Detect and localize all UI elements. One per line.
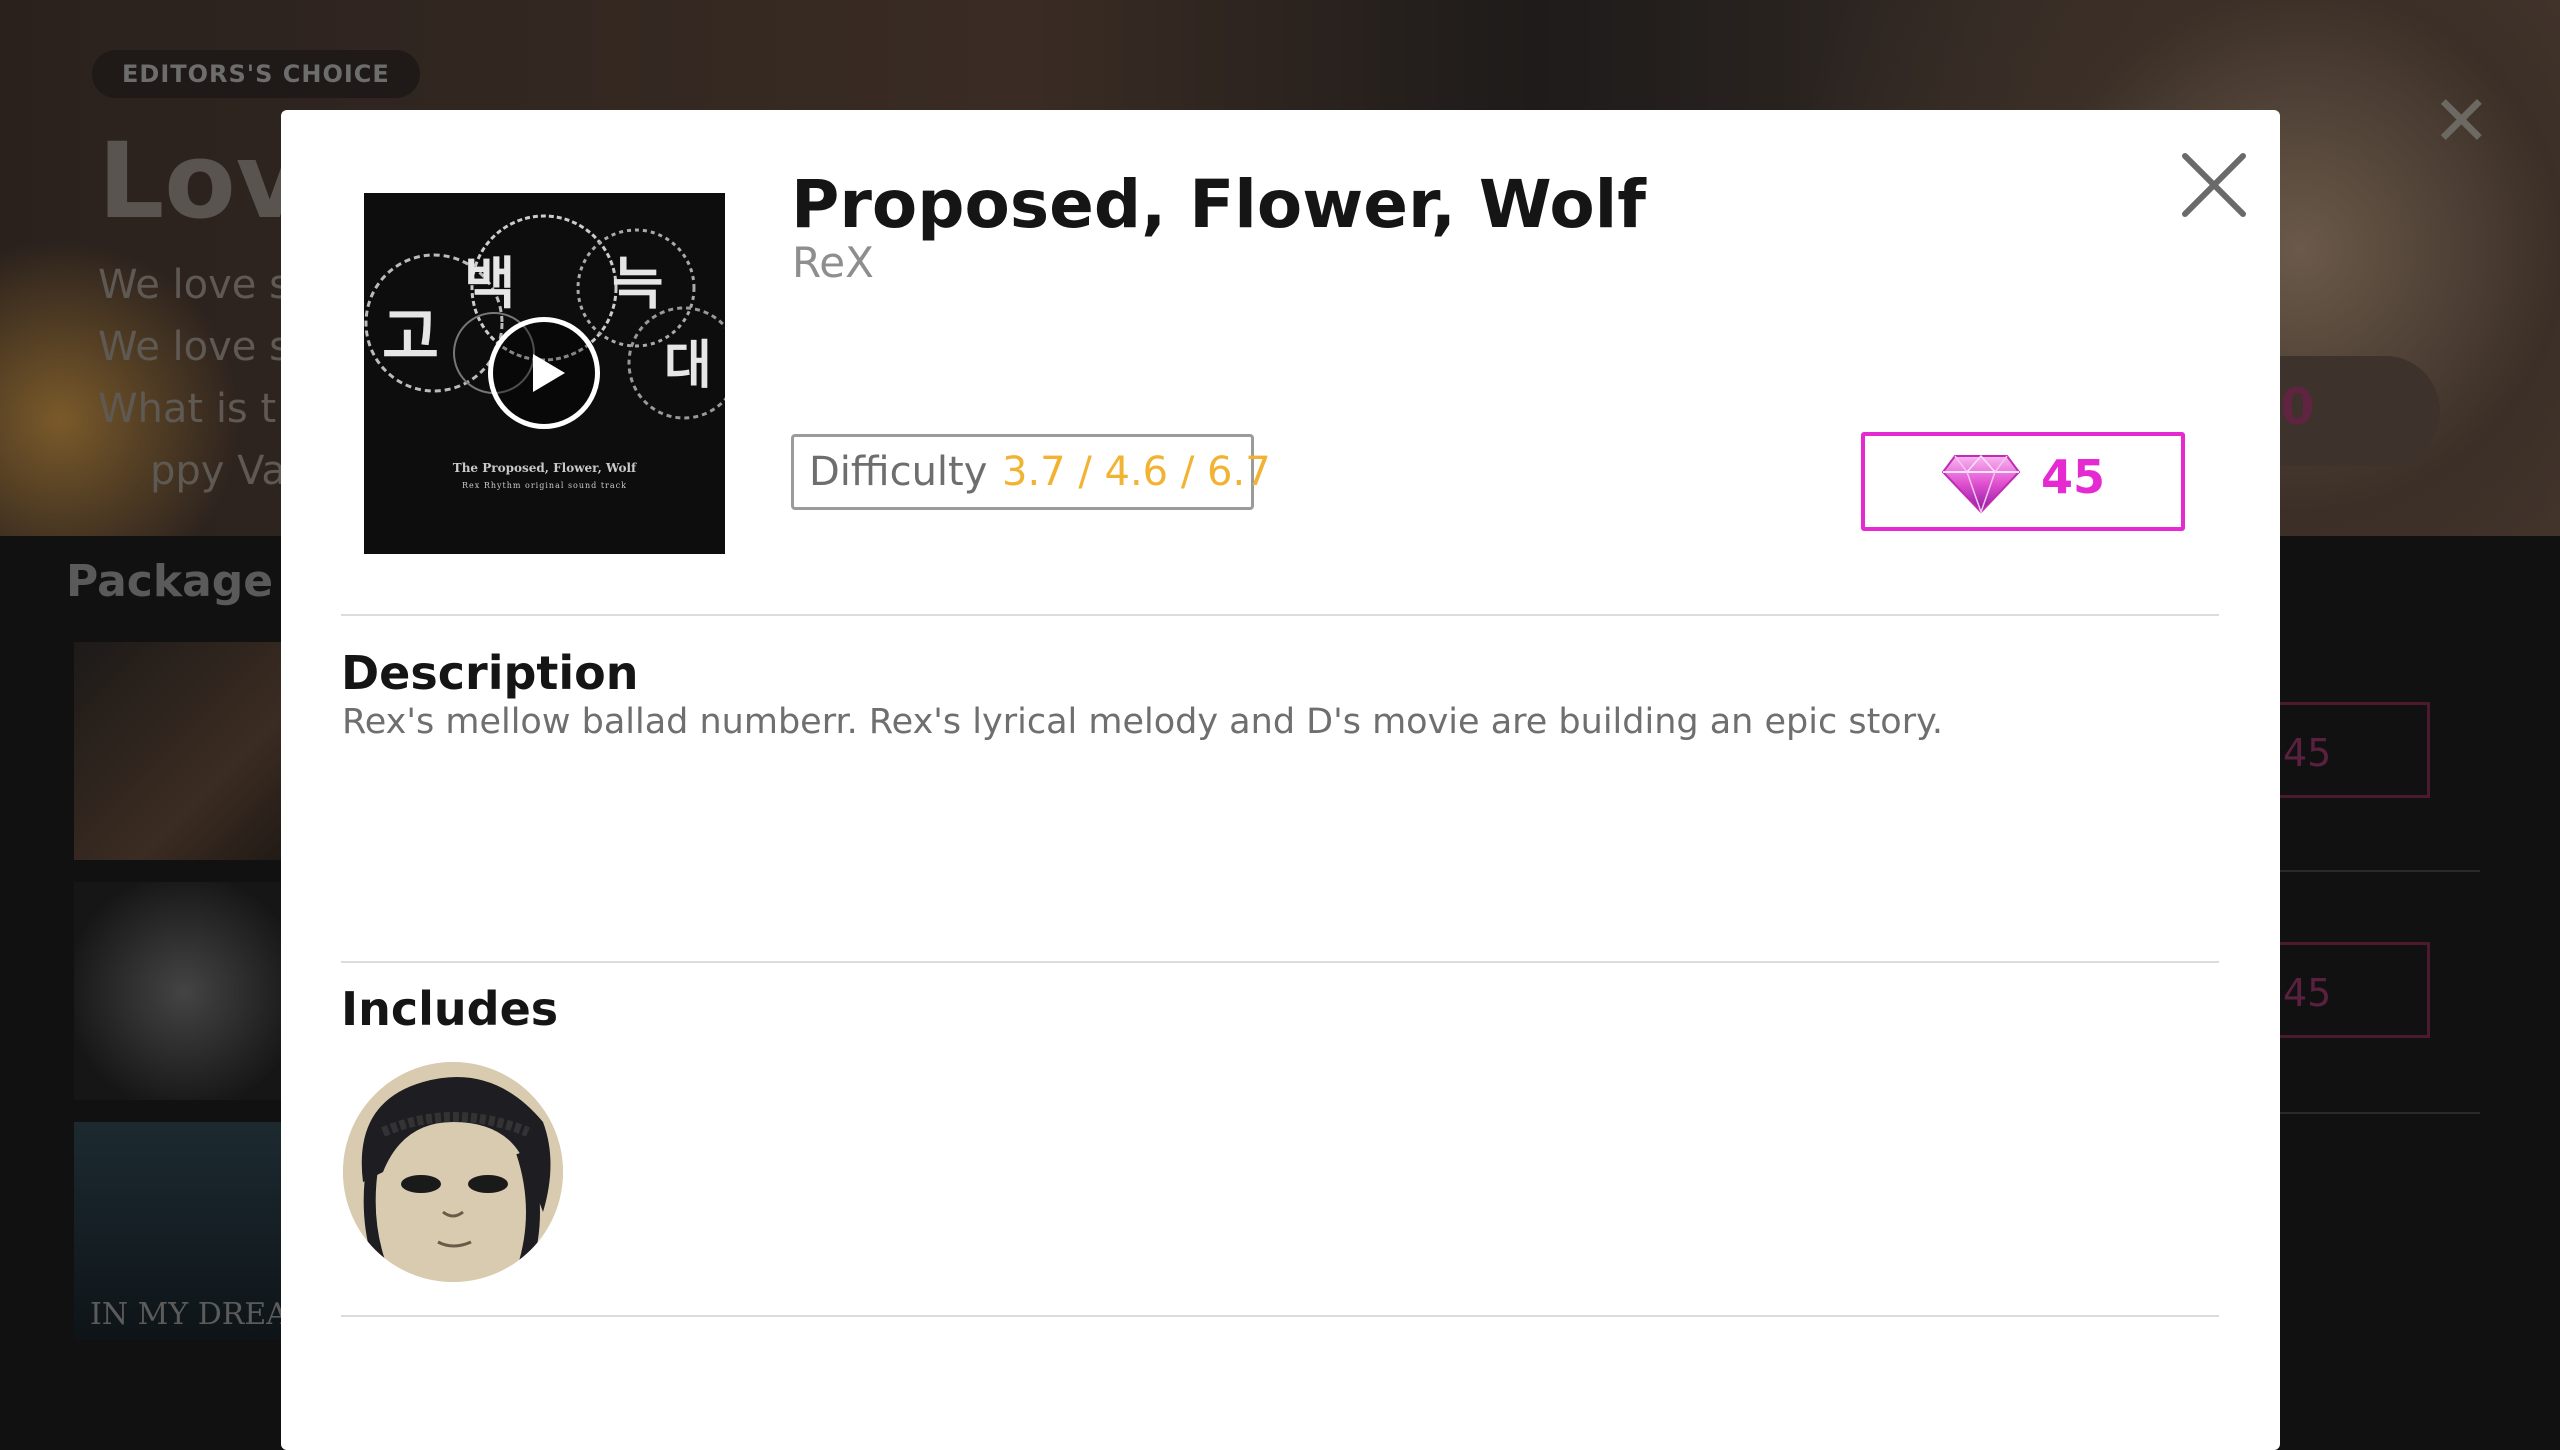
- price-amount: 45: [2041, 450, 2106, 504]
- description-text: Rex's mellow ballad numberr. Rex's lyric…: [342, 702, 1943, 742]
- section-divider: [341, 961, 2219, 963]
- album-art: 고 백 늑 대 The Proposed, Flower, Wolf Rex R…: [364, 193, 725, 554]
- svg-text:늑: 늑: [612, 252, 664, 317]
- close-button[interactable]: [2175, 146, 2253, 224]
- character-portrait-icon: [343, 1062, 563, 1282]
- hero-line: ppy Va: [150, 448, 286, 494]
- hero-price: 0: [2280, 378, 2315, 436]
- difficulty-badge: Difficulty 3.7 / 4.6 / 6.7: [791, 434, 1271, 510]
- difficulty-label: Difficulty: [809, 449, 988, 495]
- section-divider: [341, 1315, 2219, 1317]
- close-icon: [2182, 153, 2246, 217]
- song-detail-modal: 고 백 늑 대 The Proposed, Flower, Wolf Rex R…: [281, 110, 2280, 1450]
- hero-line: We love s: [98, 324, 290, 370]
- included-character-avatar[interactable]: [343, 1062, 563, 1282]
- svg-text:대: 대: [664, 336, 712, 396]
- buy-button[interactable]: 45: [1861, 432, 2185, 531]
- album-art-caption-line: Rex Rhythm original sound track: [462, 481, 627, 490]
- song-title: Proposed, Flower, Wolf: [791, 166, 1647, 243]
- play-icon: [533, 354, 565, 392]
- hero-line: What is t: [98, 386, 277, 432]
- gem-icon: [1941, 454, 2021, 514]
- hero-line: We love s: [98, 262, 290, 308]
- svg-text:고: 고: [382, 300, 439, 373]
- includes-heading: Includes: [341, 982, 559, 1036]
- svg-text:백: 백: [464, 252, 516, 317]
- section-divider: [341, 614, 2219, 616]
- difficulty-value: 3.7 / 4.6 / 6.7: [1002, 449, 1271, 495]
- description-heading: Description: [341, 646, 639, 700]
- hero-close-icon: ✕: [2432, 80, 2491, 162]
- play-preview-button[interactable]: [488, 317, 600, 429]
- album-art-caption-title: The Proposed, Flower, Wolf: [452, 461, 637, 475]
- editors-choice-badge: EDITORS'S CHOICE: [92, 50, 420, 98]
- song-artist: ReX: [792, 238, 874, 287]
